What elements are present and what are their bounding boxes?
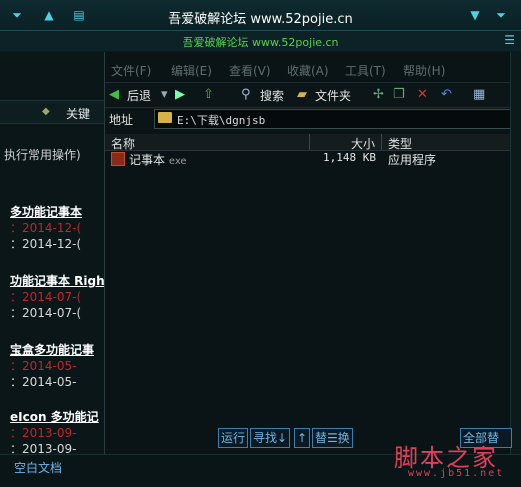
find-button[interactable]: 寻找↓ [250, 428, 291, 448]
item-title[interactable]: 多功能记事本 [10, 204, 104, 220]
search-button[interactable]: 搜索 [260, 87, 284, 104]
file-ext: exe [168, 156, 187, 167]
column-divider [309, 134, 310, 150]
address-bar: 地址 E:\下载\dgnjsb [105, 108, 521, 130]
menu-help[interactable]: 帮助(H) [403, 62, 445, 79]
explorer-window: 文件(F) 编辑(E) 查看(V) 收藏(A) 工具(T) 帮助(H) ◀ 后退… [104, 52, 521, 454]
menu-file[interactable]: 文件(F) [111, 62, 151, 79]
item-date: ：2014-07-( [10, 306, 82, 320]
file-size: 1,148 KB [323, 151, 376, 164]
back-arrow-icon[interactable]: ◀ [109, 87, 119, 102]
item-title[interactable]: eIcon 多功能记 [10, 409, 104, 425]
list-item[interactable]: 宝盒多功能记事 ：2014-05- ：2014-05- [10, 342, 104, 390]
search-dot-icon: ◆ [42, 106, 50, 117]
search-icon[interactable]: ⚲ [241, 87, 251, 102]
scrollbar[interactable] [510, 52, 521, 454]
ops-text: 执行常用操作) [4, 148, 81, 162]
up-folder-icon[interactable]: ⇧ [203, 87, 214, 102]
background-window: ◆ 关键 执行常用操作) 多功能记事本 ：2014-12-( ：2014-12-… [0, 52, 104, 454]
address-label: 地址 [109, 113, 134, 127]
expand-icon[interactable]: ⏷ [494, 8, 508, 22]
folder-icon [158, 112, 172, 123]
window-title: 吾爱破解论坛 www.52pojie.cn [168, 12, 353, 27]
undo-icon[interactable]: ↶ [441, 87, 452, 102]
menu-icon[interactable]: ☰ [504, 33, 515, 47]
item-date: ：2014-12-( [10, 237, 82, 251]
watermark-url: www.jb51.net [408, 468, 505, 479]
search-row: ◆ 关键 [0, 100, 104, 124]
item-date: ：2014-07-( [10, 290, 82, 304]
arrow-down-icon[interactable]: ▼ [468, 8, 482, 22]
sub-title: 吾爱破解论坛 www.52pojie.cn [182, 36, 339, 49]
item-title[interactable]: 功能记事本 Righ [10, 273, 104, 289]
exe-icon [111, 152, 125, 166]
item-date: ：2014-05- [10, 375, 77, 389]
title-bar: ⏷ ▲ ▤ 吾爱破解论坛 www.52pojie.cn ▼ ⏷ [0, 0, 521, 31]
folder-icon[interactable]: ▰ [297, 87, 307, 102]
folders-button[interactable]: 文件夹 [315, 87, 351, 104]
address-path[interactable]: E:\下载\dgnjsb [177, 112, 265, 128]
file-type: 应用程序 [388, 153, 437, 167]
menu-view[interactable]: 查看(V) [229, 62, 271, 79]
list-item[interactable]: 多功能记事本 ：2014-12-( ：2014-12-( [10, 204, 104, 252]
search-label: 关键 [66, 107, 91, 121]
menu-tools[interactable]: 工具(T) [345, 62, 386, 79]
list-item[interactable]: 功能记事本 Righ ：2014-07-( ：2014-07-( [10, 273, 104, 321]
column-header: 名称 大小 类型 [105, 134, 521, 151]
sub-title-bar: 吾爱破解论坛 www.52pojie.cn ☰ [0, 31, 521, 51]
watermark: 脚本之家 www.jb51.net [394, 438, 521, 486]
menu-edit[interactable]: 编辑(E) [171, 62, 212, 79]
move-icon[interactable]: ✢ [373, 87, 384, 102]
views-icon[interactable]: ▦ [473, 87, 485, 102]
back-button[interactable]: 后退 [127, 87, 151, 104]
item-date: ：2014-12-( [10, 221, 82, 235]
copy-icon[interactable]: ❐ [393, 87, 405, 102]
run-button[interactable]: 运行 [218, 428, 249, 448]
file-name[interactable]: 记事本 exe [129, 151, 187, 168]
file-name-text: 记事本 [129, 153, 166, 167]
delete-icon[interactable]: ✕ [417, 87, 428, 102]
up-button[interactable]: ↑ [294, 428, 311, 448]
forward-arrow-icon[interactable]: ▶ [175, 87, 185, 102]
toolbar: ◀ 后退 ▾ ▶ ⇧ ⚲ 搜索 ▰ 文件夹 ✢ ❐ ✕ ↶ ▦ [105, 82, 521, 108]
item-date: ：2014-05- [10, 359, 77, 373]
menu-favorites[interactable]: 收藏(A) [287, 62, 329, 79]
column-divider [381, 134, 382, 150]
blank-document-label[interactable]: 空白文档 [14, 459, 62, 476]
replace-button[interactable]: 替☰换 [312, 428, 353, 448]
menu-bar: 文件(F) 编辑(E) 查看(V) 收藏(A) 工具(T) 帮助(H) [105, 60, 521, 78]
address-input[interactable]: E:\下载\dgnjsb [154, 109, 516, 129]
item-title[interactable]: 宝盒多功能记事 [10, 342, 104, 358]
file-row[interactable]: 记事本 exe 1,148 KB 应用程序 [105, 150, 521, 168]
chevron-down-icon[interactable]: ▾ [161, 87, 168, 102]
